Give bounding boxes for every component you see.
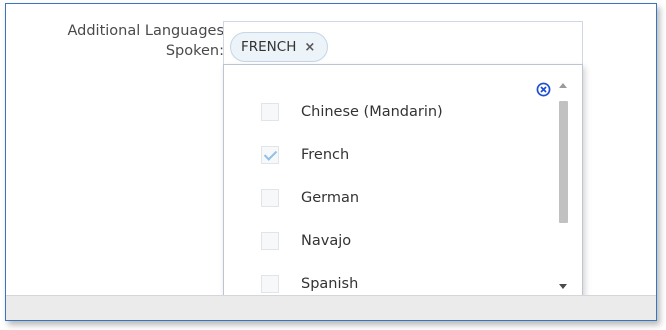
option-french[interactable]: French (261, 143, 349, 167)
footer-bar (6, 295, 656, 320)
field-label-line1: Additional Languages (67, 23, 224, 39)
languages-dropdown: Chinese (Mandarin) French German Navajo … (223, 64, 583, 296)
option-german[interactable]: German (261, 186, 359, 210)
field-label-line2: Spoken: (165, 43, 224, 59)
option-label: French (301, 147, 350, 163)
scroll-down-arrow-icon[interactable] (559, 284, 567, 289)
checkbox[interactable] (261, 189, 279, 207)
checkbox-checked[interactable] (261, 146, 279, 164)
field-label: Additional Languages Spoken: (26, 21, 224, 61)
form-panel: Additional Languages Spoken: FRENCH × Ch… (5, 3, 657, 321)
checkbox[interactable] (261, 275, 279, 293)
option-label: German (301, 190, 360, 206)
option-spanish[interactable]: Spanish (261, 272, 358, 296)
option-navajo[interactable]: Navajo (261, 229, 351, 253)
checkbox[interactable] (261, 103, 279, 121)
option-label: Navajo (301, 233, 352, 249)
chip-remove-icon[interactable]: × (304, 40, 315, 55)
dropdown-scrollbar[interactable] (556, 79, 572, 291)
scroll-up-arrow-icon[interactable] (559, 83, 567, 88)
circle-x-icon[interactable] (536, 82, 551, 97)
chip-label: FRENCH (241, 39, 297, 55)
languages-multiselect[interactable]: FRENCH × (223, 21, 583, 67)
option-chinese-mandarin[interactable]: Chinese (Mandarin) (261, 100, 443, 124)
selected-chip-french: FRENCH × (230, 32, 329, 62)
option-label: Spanish (301, 276, 359, 292)
scroll-thumb[interactable] (559, 101, 568, 223)
option-label: Chinese (Mandarin) (301, 104, 443, 120)
checkbox[interactable] (261, 232, 279, 250)
